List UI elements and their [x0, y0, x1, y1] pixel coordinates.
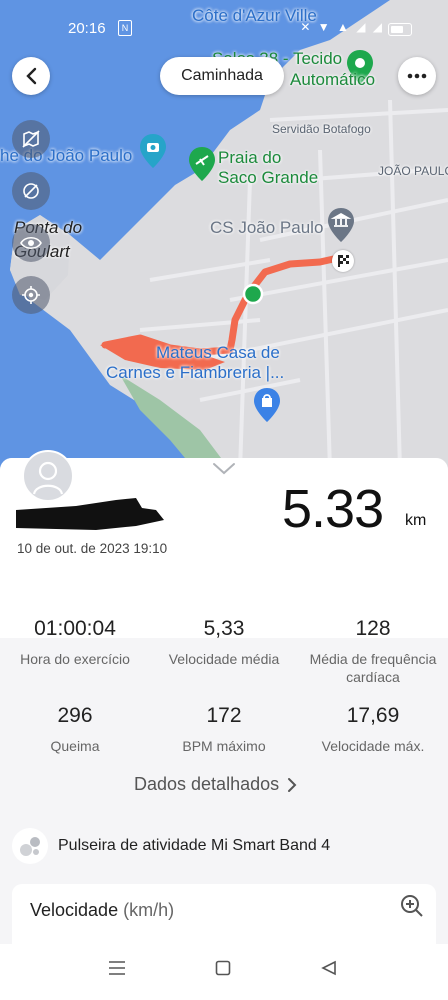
redacted-username [16, 494, 166, 539]
back-triangle-icon [321, 960, 336, 976]
visibility-toggle[interactable] [12, 224, 50, 262]
map-label-sales-2: Automático [290, 70, 376, 89]
activity-type-pill[interactable]: Caminhada [160, 57, 284, 95]
detailed-data-link[interactable]: Dados detalhados [134, 774, 297, 795]
stat-max-bpm-label: BPM máximo [182, 738, 266, 754]
stat-avg-speed-value: 5,33 [203, 617, 245, 640]
stat-max-speed-label: Velocidade máx. [321, 738, 425, 754]
menu-nav-button[interactable] [108, 960, 126, 981]
user-silhouette-icon [32, 461, 64, 495]
no-markers-icon [23, 183, 39, 199]
locate-icon [22, 286, 40, 304]
nfc-icon: N [118, 20, 132, 36]
more-dots-icon [407, 73, 427, 79]
stat-avg-hr-value: 128 [355, 617, 391, 640]
stat-max-bpm-value: 172 [206, 704, 242, 727]
map-label-mateus-2: Carnes e Fiambreria |... [106, 363, 285, 382]
home-nav-button[interactable] [215, 960, 231, 981]
map-style-toggle[interactable] [12, 120, 50, 158]
zoom-in-button[interactable] [400, 894, 424, 923]
shop-pin-icon[interactable] [254, 388, 280, 427]
bank-pin-icon[interactable] [328, 208, 354, 247]
device-row: Pulseira de atividade Mi Smart Band 4 [12, 828, 330, 864]
beach-pin-icon[interactable] [189, 147, 215, 186]
detailed-data-label: Dados detalhados [134, 774, 280, 794]
band-icon [12, 828, 48, 864]
status-time: 20:16 [68, 20, 106, 37]
menu-icon [109, 961, 125, 975]
map-label-servidao: Servidão Botafogo [272, 122, 371, 136]
pin-photo-icon[interactable] [140, 134, 166, 173]
back-nav-button[interactable] [321, 960, 337, 981]
workout-date: 10 de out. de 2023 19:10 [17, 541, 168, 556]
speed-card-title: Velocidade (km/h) [30, 900, 174, 921]
map-layers-off-icon [22, 130, 40, 148]
device-label: Pulseira de atividade Mi Smart Band 4 [58, 837, 331, 854]
finish-flag-icon [332, 250, 354, 272]
distance-value: 5.33 [282, 479, 384, 539]
collapse-chevron-icon[interactable] [212, 462, 236, 481]
status-bar: 20:16 N ✕ ▼ ▲ ◢ ◢ [0, 18, 448, 42]
stat-duration-value: 01:00:04 [34, 617, 116, 640]
stat-avg-hr-label: Média de frequência cardíaca [309, 651, 437, 685]
speed-card-title-text: Velocidade [30, 900, 119, 920]
back-arrow-icon [26, 67, 37, 85]
stat-max-speed-value: 17,69 [346, 704, 400, 727]
system-navbar [0, 944, 448, 1000]
map-label-cs: CS João Paulo [210, 218, 324, 237]
zoom-in-icon [401, 895, 423, 917]
more-options-button[interactable] [398, 57, 436, 95]
back-button[interactable] [12, 57, 50, 95]
recenter-button[interactable] [12, 276, 50, 314]
map-label-praia-2: Saco Grande [218, 168, 319, 187]
distance-unit: km [405, 512, 427, 529]
stat-calories-label: Queima [50, 738, 100, 754]
speed-card-unit: (km/h) [123, 900, 175, 920]
battery-icon [388, 23, 412, 36]
chevron-right-icon [288, 777, 297, 792]
map-label-mateus-1: Mateus Casa de [156, 343, 280, 362]
map-view[interactable]: Côte d'Azur Ville Sales 38 - Tecido Auto… [0, 0, 448, 470]
eye-icon [20, 236, 42, 250]
home-square-icon [215, 960, 231, 976]
map-label-joao-paulo: JOÃO PAULO [378, 164, 448, 178]
stat-duration-label: Hora do exercício [20, 651, 130, 667]
status-icons: ✕ ▼ ▲ ◢ ◢ [300, 20, 384, 34]
map-label-praia-1: Praia do [218, 148, 282, 167]
stat-calories-value: 296 [57, 704, 93, 727]
heart-zone-toggle[interactable] [12, 172, 50, 210]
stat-avg-speed-label: Velocidade média [168, 651, 280, 667]
